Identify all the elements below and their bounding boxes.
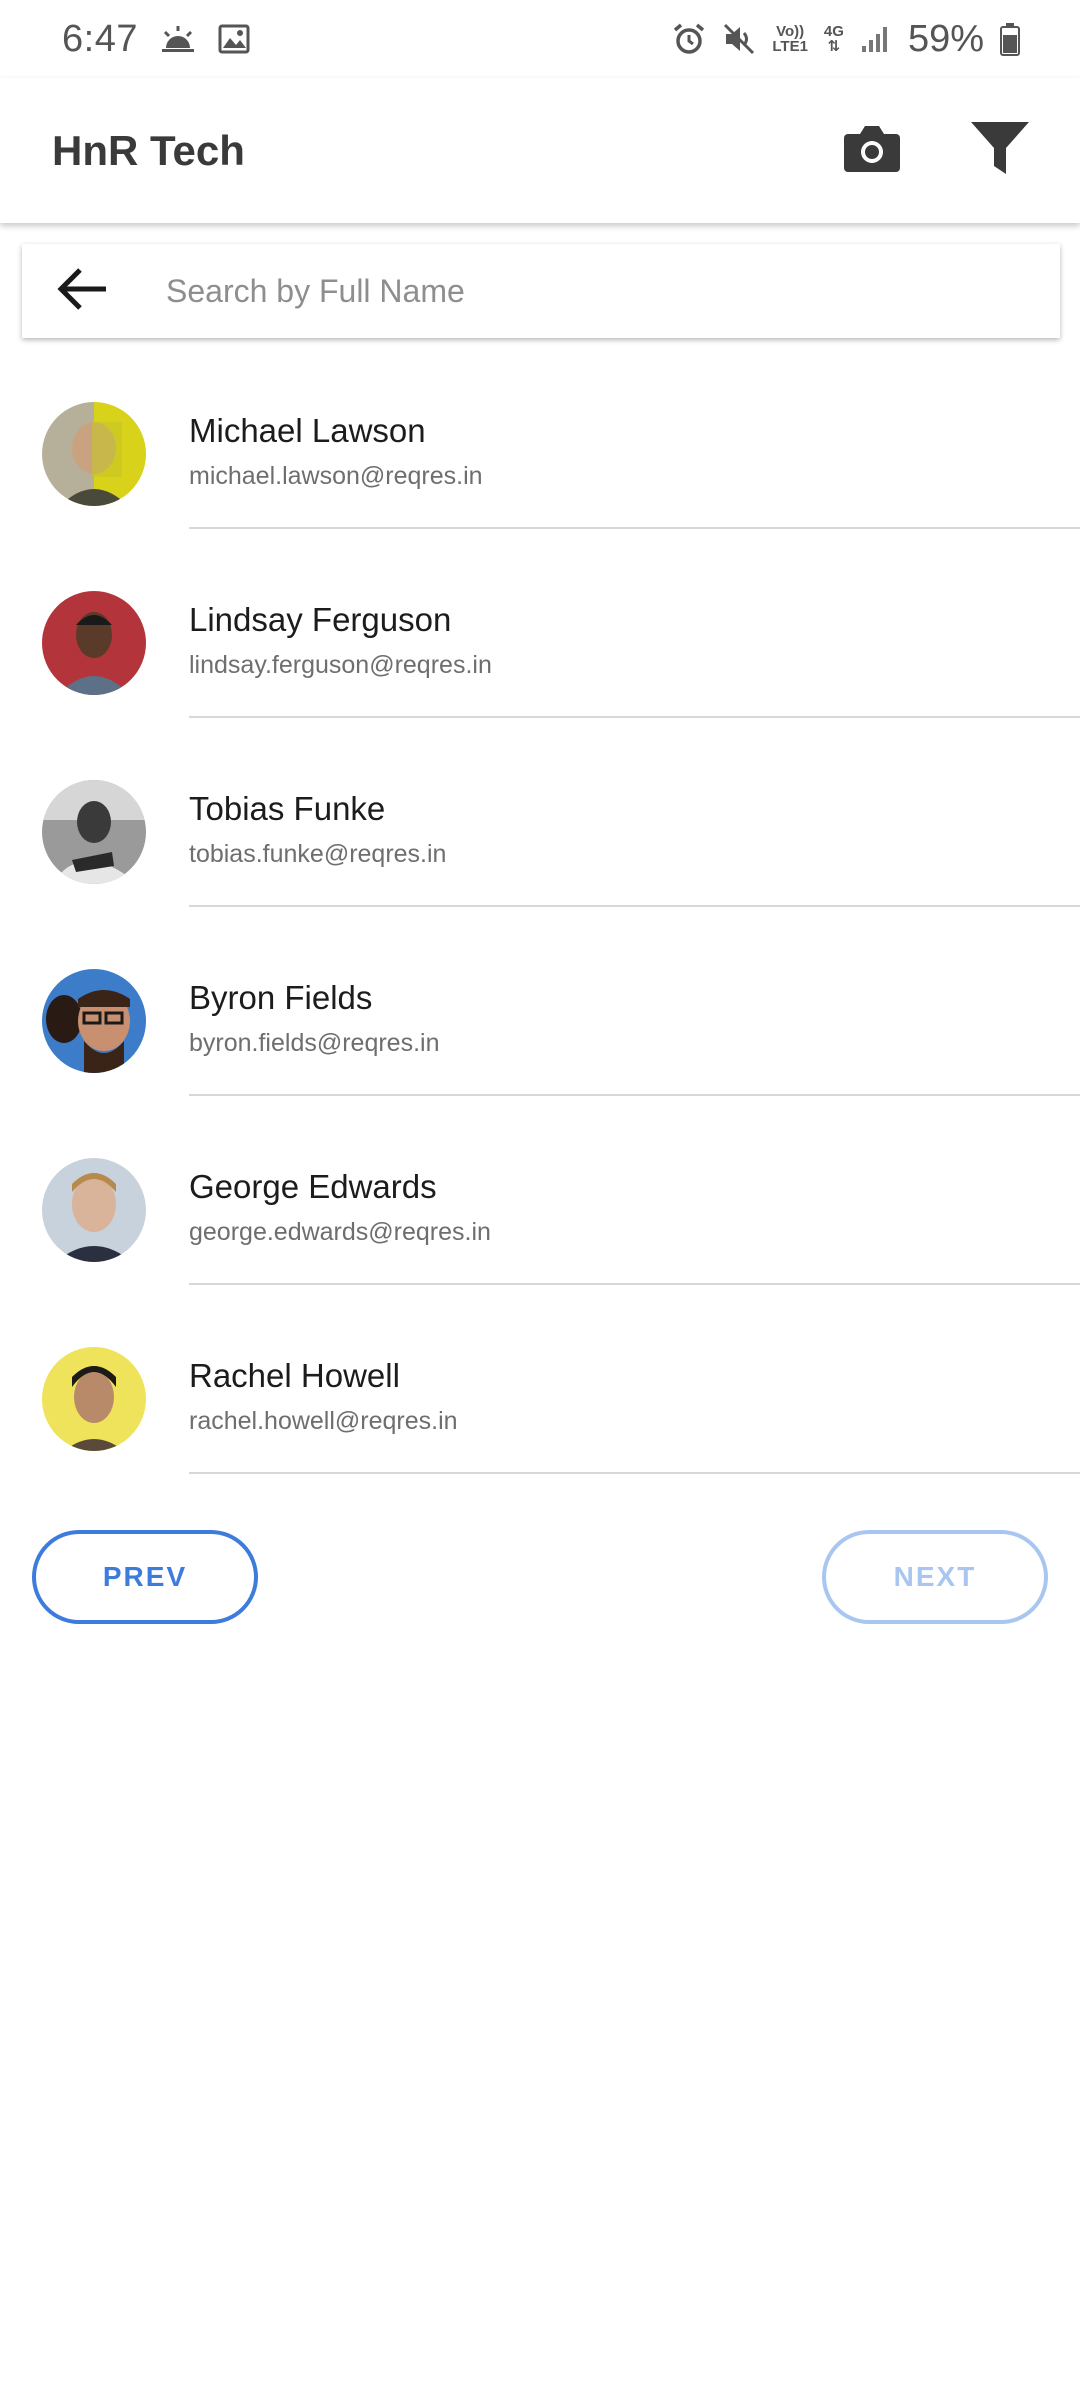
filter-button[interactable] xyxy=(958,109,1042,193)
camera-icon xyxy=(842,122,902,179)
avatar xyxy=(42,591,146,695)
weather-icon xyxy=(160,24,196,54)
status-time: 6:47 xyxy=(62,17,138,60)
user-name: George Edwards xyxy=(189,1168,437,1205)
list-item[interactable]: Michael Lawson michael.lawson@reqres.in xyxy=(0,340,1080,529)
status-bar-left: 6:47 xyxy=(62,18,250,61)
filter-icon xyxy=(969,120,1031,181)
battery-icon xyxy=(1000,22,1020,56)
alarm-icon xyxy=(672,22,706,56)
app-title: HnR Tech xyxy=(52,126,245,174)
user-name: Rachel Howell xyxy=(189,1357,400,1394)
list-item[interactable]: Lindsay Ferguson lindsay.ferguson@reqres… xyxy=(0,529,1080,718)
user-email: lindsay.ferguson@reqres.in xyxy=(189,651,492,679)
app-actions xyxy=(786,109,1042,193)
image-icon xyxy=(218,23,250,55)
list-item[interactable]: George Edwards george.edwards@reqres.in xyxy=(0,1096,1080,1285)
list-item[interactable]: Byron Fields byron.fields@reqres.in xyxy=(0,907,1080,1096)
avatar xyxy=(42,1347,146,1451)
user-email: byron.fields@reqres.in xyxy=(189,1029,440,1057)
user-name: Lindsay Ferguson xyxy=(189,601,452,638)
search-input[interactable] xyxy=(142,251,1060,331)
signal-icon xyxy=(860,24,890,54)
user-name: Tobias Funke xyxy=(189,790,386,827)
avatar xyxy=(42,969,146,1073)
status-bar-right: Vo)) LTE1 4G ⇅ 59% xyxy=(656,18,1020,61)
data-arrows-icon: ⇅ xyxy=(827,38,841,55)
battery-percent: 59% xyxy=(907,17,984,60)
user-list: Michael Lawson michael.lawson@reqres.in … xyxy=(0,340,1080,1474)
volte-line2: LTE1 xyxy=(772,38,808,55)
user-name: Michael Lawson xyxy=(189,412,426,449)
user-email: tobias.funke@reqres.in xyxy=(189,840,447,868)
network-indicator: 4G ⇅ xyxy=(824,24,844,54)
back-button[interactable] xyxy=(22,244,142,338)
arrow-left-icon xyxy=(56,267,108,316)
prev-button[interactable]: PREV xyxy=(32,1530,258,1624)
list-item[interactable]: Tobias Funke tobias.funke@reqres.in xyxy=(0,718,1080,907)
mute-icon xyxy=(722,22,756,56)
search-box xyxy=(22,244,1060,338)
user-email: george.edwards@reqres.in xyxy=(189,1218,491,1246)
status-bar: 6:47 Vo)) LTE1 4G ⇅ 59% xyxy=(0,0,1080,78)
list-item[interactable]: Rachel Howell rachel.howell@reqres.in xyxy=(0,1285,1080,1474)
avatar xyxy=(42,780,146,884)
user-name: Byron Fields xyxy=(189,979,373,1016)
user-email: michael.lawson@reqres.in xyxy=(189,462,483,490)
avatar xyxy=(42,1158,146,1262)
volte-indicator: Vo)) LTE1 xyxy=(772,24,808,54)
divider xyxy=(189,1472,1080,1474)
camera-button[interactable] xyxy=(830,109,914,193)
avatar xyxy=(42,402,146,506)
next-button[interactable]: NEXT xyxy=(822,1530,1048,1624)
user-email: rachel.howell@reqres.in xyxy=(189,1407,458,1435)
app-bar: HnR Tech xyxy=(0,78,1080,223)
